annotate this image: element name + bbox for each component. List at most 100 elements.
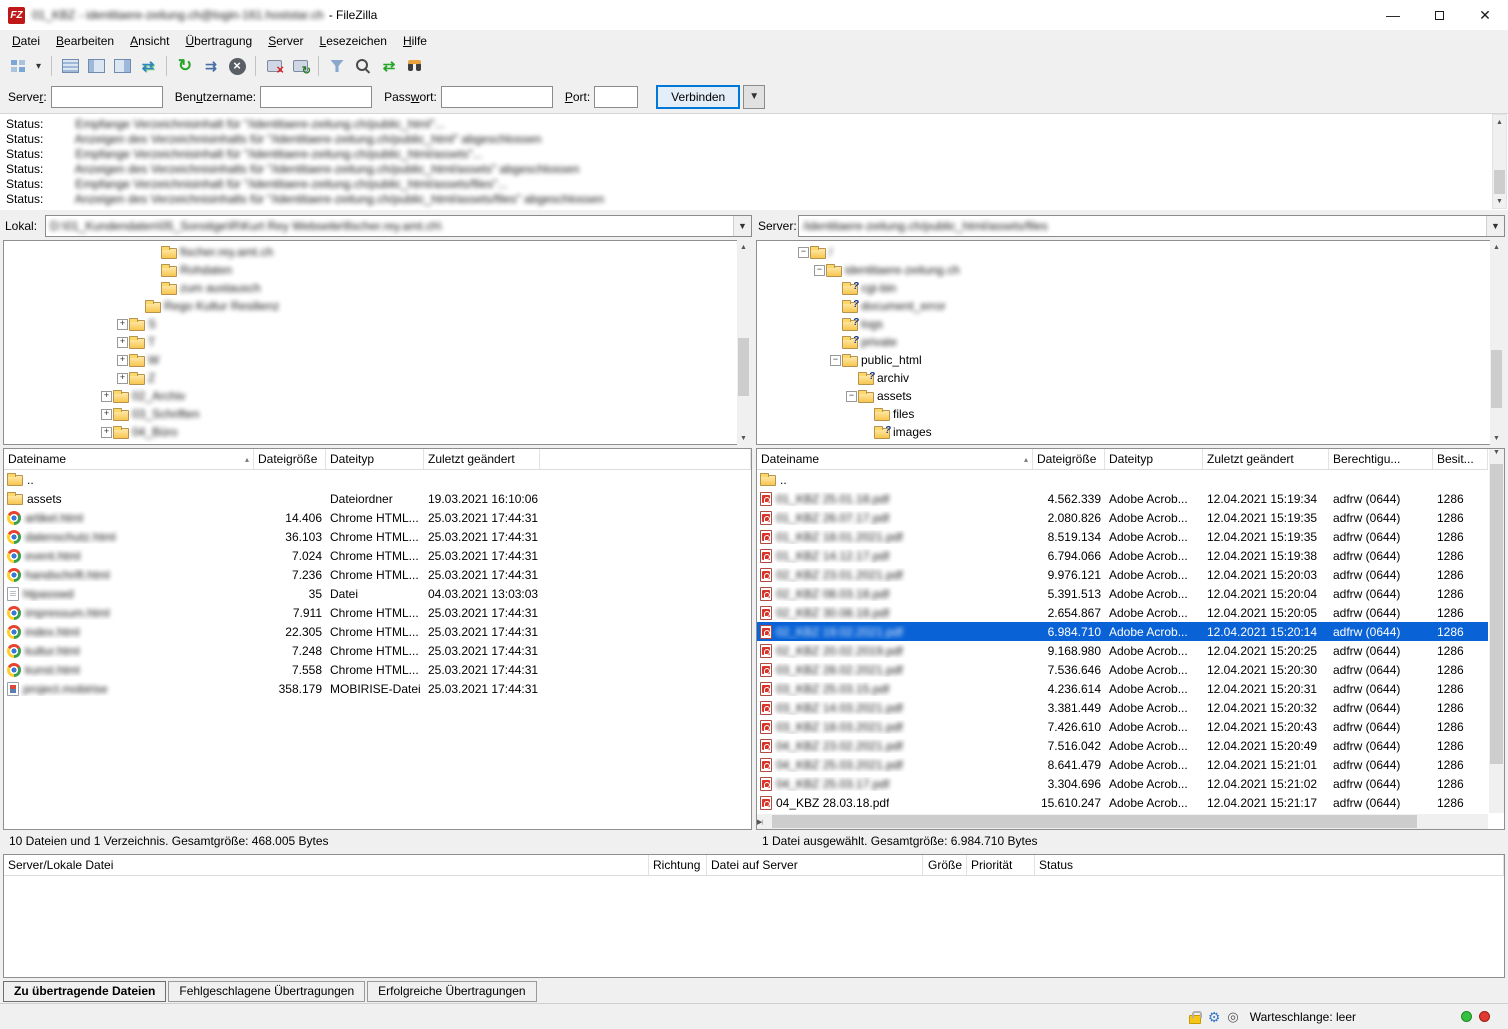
file-row[interactable]: htpasswd 35 Datei 04.03.2021 13:03:03 [4, 584, 751, 603]
site-manager-dropdown[interactable] [32, 54, 45, 78]
toggle-queue-button[interactable] [136, 54, 160, 78]
synchronized-browsing-button[interactable] [377, 54, 401, 78]
chevron-down-icon[interactable]: ▼ [733, 216, 751, 236]
quickconnect-button[interactable]: Verbinden [656, 85, 740, 109]
settings-gear-icon[interactable]: ⚙ [1208, 1010, 1221, 1024]
column-header[interactable]: Zuletzt geändert [1203, 449, 1329, 469]
menu-item[interactable]: Lesezeichen [312, 32, 395, 50]
port-input[interactable] [594, 86, 638, 108]
file-row[interactable]: 04_KBZ 28.03.18.pdf 15.610.247 Adobe Acr… [757, 793, 1488, 812]
username-input[interactable] [260, 86, 372, 108]
tree-item[interactable]: document_error [797, 297, 1504, 315]
quickconnect-dropdown[interactable]: ▼ [743, 85, 765, 109]
column-header[interactable]: Dateigröße [254, 449, 326, 469]
file-row[interactable]: impressum.html 7.911 Chrome HTML... 25.0… [4, 603, 751, 622]
tree-item[interactable]: 04_Büro [4, 423, 751, 441]
menu-item[interactable]: Bearbeiten [48, 32, 122, 50]
tree-expander[interactable] [116, 319, 129, 330]
scroll-up-icon[interactable]: ▲ [1490, 240, 1503, 254]
site-manager-button[interactable] [6, 54, 30, 78]
file-row[interactable]: 04_KBZ 25.03.17.pdf 3.304.696 Adobe Acro… [757, 774, 1488, 793]
local-path-combobox[interactable]: D:\01_Kundendaten\05_Sonstige\R\Kurt Rey… [45, 215, 752, 237]
file-row[interactable]: project.mobirise 358.179 MOBIRISE-Datei … [4, 679, 751, 698]
tree-item[interactable]: assets [797, 387, 1504, 405]
file-row[interactable]: 03_KBZ 18.03.2021.pdf 7.426.610 Adobe Ac… [757, 717, 1488, 736]
tree-expander[interactable] [813, 265, 826, 276]
file-row[interactable]: artikel.html 14.406 Chrome HTML... 25.03… [4, 508, 751, 527]
connection-status-icon[interactable]: ◎ [1227, 1010, 1238, 1023]
tree-expander[interactable] [100, 409, 113, 420]
tree-item[interactable]: S [4, 315, 751, 333]
file-row[interactable]: 01_KBZ 18.01.2021.pdf 8.519.134 Adobe Ac… [757, 527, 1488, 546]
column-header[interactable] [540, 449, 751, 469]
file-row[interactable]: .. [757, 470, 1488, 489]
file-row[interactable]: event.html 7.024 Chrome HTML... 25.03.20… [4, 546, 751, 565]
tree-expander[interactable] [797, 247, 810, 258]
file-row[interactable]: 01_KBZ 25.01.18.pdf 4.562.339 Adobe Acro… [757, 489, 1488, 508]
tree-item[interactable]: private [797, 333, 1504, 351]
scroll-up-icon[interactable]: ▲ [737, 240, 750, 254]
tree-expander[interactable] [829, 355, 842, 366]
tree-item[interactable]: 02_Archiv [4, 387, 751, 405]
column-header[interactable]: Zuletzt geändert [424, 449, 540, 469]
local-tree-scrollbar[interactable]: ▲ ▼ [737, 240, 752, 445]
tree-item[interactable]: Rego Kultur Resilienz [4, 297, 751, 315]
scroll-up-icon[interactable]: ▲ [1493, 115, 1506, 129]
file-row[interactable]: index.html 22.305 Chrome HTML... 25.03.2… [4, 622, 751, 641]
toggle-remote-tree-button[interactable] [110, 54, 134, 78]
column-header[interactable]: Größe [923, 855, 967, 875]
file-row[interactable]: 02_KBZ 30.08.18.pdf 2.654.867 Adobe Acro… [757, 603, 1488, 622]
compare-directories-button[interactable] [351, 54, 375, 78]
process-queue-button[interactable] [199, 54, 223, 78]
minimize-button[interactable]: — [1370, 0, 1416, 30]
toolbar-separator[interactable] [255, 56, 256, 76]
chevron-down-icon[interactable]: ▼ [1486, 216, 1504, 236]
tree-item[interactable]: archiv [797, 369, 1504, 387]
filter-button[interactable] [325, 54, 349, 78]
file-row[interactable]: 02_KBZ 19.02.2021.pdf 6.984.710 Adobe Ac… [757, 622, 1488, 641]
scroll-down-icon[interactable]: ▼ [737, 431, 750, 445]
tree-item[interactable]: / [797, 243, 1504, 261]
column-header[interactable]: Besit... [1433, 449, 1488, 469]
file-row[interactable]: 01_KBZ 14.12.17.pdf 6.794.066 Adobe Acro… [757, 546, 1488, 565]
tree-item[interactable]: fischer.rey.amt.ch [4, 243, 751, 261]
column-header[interactable]: Richtung [649, 855, 707, 875]
menu-item[interactable]: Server [260, 32, 311, 50]
file-row[interactable]: 04_KBZ 25.03.2021.pdf 8.641.479 Adobe Ac… [757, 755, 1488, 774]
reconnect-button[interactable] [288, 54, 312, 78]
tree-expander[interactable] [116, 373, 129, 384]
tree-item[interactable]: images [797, 423, 1504, 441]
menu-item[interactable]: Ansicht [122, 32, 177, 50]
menu-item[interactable]: Datei [4, 32, 48, 50]
remote-tree-scrollbar[interactable]: ▲ ▼ [1490, 240, 1505, 445]
tree-item[interactable]: Z [4, 369, 751, 387]
scroll-down-icon[interactable]: ▼ [1489, 449, 1504, 456]
file-row[interactable]: 01_KBZ 26.07.17.pdf 2.080.826 Adobe Acro… [757, 508, 1488, 527]
server-input[interactable] [51, 86, 163, 108]
tls-lock-icon[interactable] [1189, 1015, 1201, 1024]
remote-list-vscrollbar[interactable]: ▲ ▼ [1489, 449, 1504, 813]
file-row[interactable]: 03_KBZ 14.03.2021.pdf 3.381.449 Adobe Ac… [757, 698, 1488, 717]
file-row[interactable]: assets Dateiordner 19.03.2021 16:10:06 [4, 489, 751, 508]
toolbar-separator[interactable] [51, 56, 52, 76]
column-header[interactable]: Dateigröße [1033, 449, 1105, 469]
file-row[interactable]: kultur.html 7.248 Chrome HTML... 25.03.2… [4, 641, 751, 660]
remote-path-combobox[interactable]: /identitaere-zeitung.ch/public_html/asse… [798, 215, 1505, 237]
tree-expander[interactable] [100, 427, 113, 438]
tree-item[interactable]: 03_Schriften [4, 405, 751, 423]
column-header[interactable]: Dateiname [4, 449, 254, 469]
file-row[interactable]: kunst.html 7.558 Chrome HTML... 25.03.20… [4, 660, 751, 679]
file-row[interactable]: .. [4, 470, 751, 489]
column-header[interactable]: Dateityp [326, 449, 424, 469]
tree-item[interactable]: zum austausch [4, 279, 751, 297]
tree-item[interactable]: public_html [797, 351, 1504, 369]
toggle-log-button[interactable] [58, 54, 82, 78]
tree-item[interactable]: Rohdaten [4, 261, 751, 279]
tree-item[interactable]: files [797, 405, 1504, 423]
toolbar-separator[interactable] [318, 56, 319, 76]
file-row[interactable]: 03_KBZ 25.03.15.pdf 4.236.614 Adobe Acro… [757, 679, 1488, 698]
column-header[interactable]: Dateiname [757, 449, 1033, 469]
tree-expander[interactable] [116, 337, 129, 348]
toggle-local-tree-button[interactable] [84, 54, 108, 78]
toolbar-separator[interactable] [166, 56, 167, 76]
